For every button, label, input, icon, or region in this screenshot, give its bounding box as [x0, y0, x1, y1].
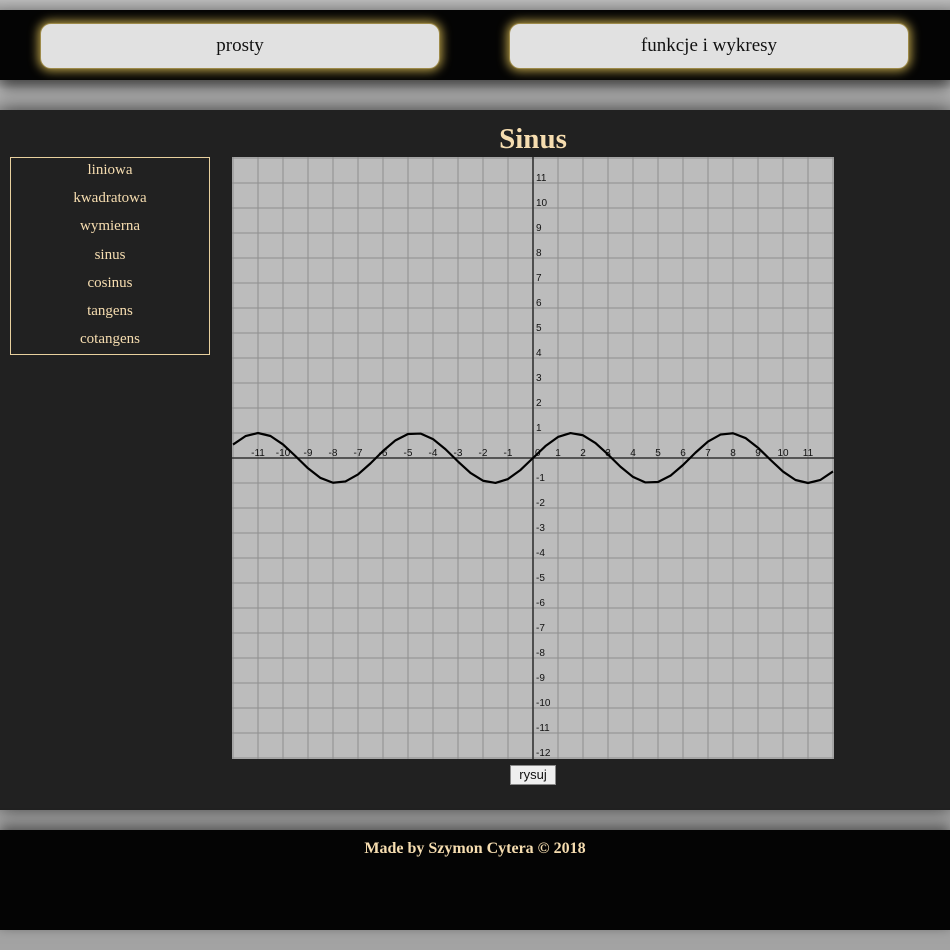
menu-item-cotangens[interactable]: cotangens	[11, 327, 209, 355]
x-tick-label: 10	[777, 448, 789, 459]
nav-button-prosty[interactable]: prosty	[40, 23, 440, 69]
y-tick-label: -5	[536, 573, 545, 584]
x-tick-label: 11	[803, 448, 814, 459]
y-tick-label: -6	[536, 598, 545, 609]
y-tick-label: -12	[536, 748, 551, 759]
menu-item-liniowa[interactable]: liniowa	[11, 158, 209, 186]
footer-credits: Made by Szymon Cytera © 2018	[364, 840, 586, 857]
x-tick-label: 1	[555, 448, 561, 459]
graph-canvas[interactable]: -11 -10 -9 -8 -7 -6 -5 -4 -3 -2 -1 0 1 2 3 4 5 6 7 8 9 10 11 11…	[232, 157, 834, 759]
y-tick-label: 8	[536, 248, 542, 259]
x-tick-label: -9	[304, 448, 313, 459]
menu-item-sinus[interactable]: sinus	[11, 243, 209, 271]
x-tick-label: 2	[580, 448, 586, 459]
menu-item-kwadratowa[interactable]: kwadratowa	[11, 186, 209, 214]
x-tick-label: 7	[705, 448, 711, 459]
x-tick-label: -1	[504, 448, 513, 459]
x-tick-label: 5	[655, 448, 661, 459]
y-tick-label: -1	[536, 473, 545, 484]
x-tick-label: 8	[730, 448, 736, 459]
footer: Made by Szymon Cytera © 2018	[0, 830, 950, 930]
y-tick-label: -11	[536, 723, 550, 734]
x-tick-label: -8	[329, 448, 338, 459]
main-panel: Sinus liniowa kwadratowa wymierna sinus …	[0, 110, 950, 810]
y-tick-label: 6	[536, 298, 542, 309]
y-tick-label: -8	[536, 648, 545, 659]
y-tick-label: 1	[536, 423, 542, 434]
page: prosty funkcje i wykresy Sinus liniowa k…	[0, 0, 950, 950]
function-menu: liniowa kwadratowa wymierna sinus cosinu…	[10, 157, 210, 355]
y-tick-label: -4	[536, 548, 545, 559]
y-tick-label: 4	[536, 348, 542, 359]
x-tick-label: 6	[680, 448, 686, 459]
y-tick-label: 11	[536, 173, 547, 184]
x-tick-label: -2	[479, 448, 488, 459]
menu-item-wymierna[interactable]: wymierna	[11, 214, 209, 242]
page-title: Sinus	[499, 123, 567, 155]
y-tick-label: 2	[536, 398, 542, 409]
y-tick-label: 5	[536, 323, 542, 334]
x-tick-label: -7	[354, 448, 363, 459]
x-tick-label: -5	[404, 448, 413, 459]
y-tick-label: -7	[536, 623, 545, 634]
x-tick-label: 4	[630, 448, 636, 459]
menu-item-cosinus[interactable]: cosinus	[11, 271, 209, 299]
y-tick-label: 10	[536, 198, 548, 209]
x-tick-label: -11	[251, 448, 265, 459]
y-tick-label: 3	[536, 373, 542, 384]
y-tick-label: -10	[536, 698, 551, 709]
y-tick-label: 7	[536, 273, 542, 284]
x-tick-label: -4	[429, 448, 438, 459]
draw-button[interactable]: rysuj	[510, 765, 556, 785]
graph-svg: -11 -10 -9 -8 -7 -6 -5 -4 -3 -2 -1 0 1 2 3 4 5 6 7 8 9 10 1111…	[232, 157, 834, 759]
top-navigation-bar: prosty funkcje i wykresy	[0, 10, 950, 80]
nav-button-funkcje-i-wykresy[interactable]: funkcje i wykresy	[509, 23, 909, 69]
menu-item-tangens[interactable]: tangens	[11, 299, 209, 327]
y-tick-label: -2	[536, 498, 545, 509]
y-tick-label: -3	[536, 523, 545, 534]
y-tick-label: 9	[536, 223, 542, 234]
y-tick-label: -9	[536, 673, 545, 684]
